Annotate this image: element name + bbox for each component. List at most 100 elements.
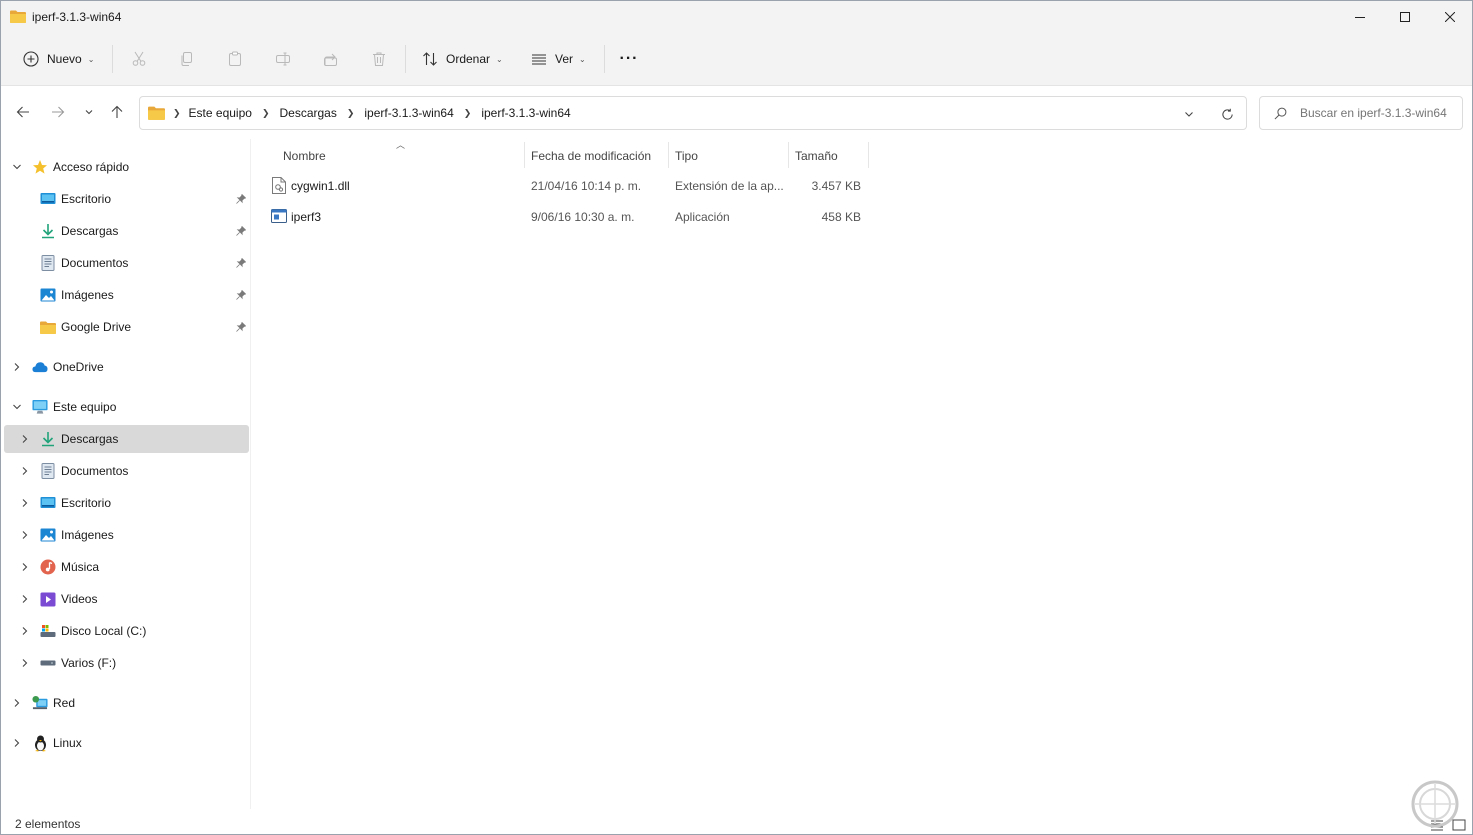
rename-button[interactable] bbox=[271, 47, 295, 71]
navigation-pane: Acceso rápido Escritorio Descargas Docum… bbox=[1, 139, 251, 809]
sidebar-item-escritorio[interactable]: Escritorio bbox=[4, 185, 249, 213]
sidebar-item-descargas[interactable]: Descargas bbox=[4, 217, 249, 245]
sidebar-item-label: Acceso rápido bbox=[53, 160, 130, 174]
column-resize-handle[interactable] bbox=[524, 142, 525, 168]
search-input[interactable] bbox=[1300, 97, 1460, 129]
chevron-right-icon[interactable] bbox=[19, 529, 31, 541]
paste-button[interactable] bbox=[223, 47, 247, 71]
forward-button[interactable] bbox=[46, 100, 70, 124]
breadcrumb-separator-icon[interactable]: ❯ bbox=[464, 108, 472, 119]
pin-icon[interactable] bbox=[235, 225, 247, 237]
sidebar-item-onedrive[interactable]: OneDrive bbox=[4, 353, 249, 381]
sidebar-item-pc-disco-c[interactable]: Disco Local (C:) bbox=[4, 617, 249, 645]
address-history-button[interactable] bbox=[1180, 105, 1198, 123]
refresh-button[interactable] bbox=[1218, 105, 1236, 123]
column-resize-handle[interactable] bbox=[668, 142, 669, 168]
share-button[interactable] bbox=[319, 47, 343, 71]
computer-icon bbox=[32, 399, 48, 415]
pin-icon[interactable] bbox=[235, 257, 247, 269]
view-button[interactable]: Ver ⌄ bbox=[523, 43, 595, 75]
sidebar-item-label: Este equipo bbox=[53, 400, 117, 414]
sidebar-item-pc-escritorio[interactable]: Escritorio bbox=[4, 489, 249, 517]
new-label: Nuevo bbox=[47, 52, 82, 66]
back-button[interactable] bbox=[11, 100, 35, 124]
sidebar-item-label: Imágenes bbox=[61, 288, 114, 302]
sidebar-item-pc-descargas[interactable]: Descargas bbox=[4, 425, 249, 453]
chevron-down-icon[interactable] bbox=[11, 161, 23, 173]
sidebar-item-pc-varios-f[interactable]: Varios (F:) bbox=[4, 649, 249, 677]
cut-icon bbox=[132, 51, 146, 66]
file-date: 9/06/16 10:30 a. m. bbox=[531, 210, 635, 224]
chevron-right-icon[interactable] bbox=[11, 737, 23, 749]
delete-button[interactable] bbox=[367, 47, 391, 71]
folder-icon bbox=[40, 319, 56, 335]
sidebar-item-this-pc[interactable]: Este equipo bbox=[4, 393, 249, 421]
download-icon bbox=[40, 431, 56, 447]
new-button[interactable]: Nuevo ⌄ bbox=[15, 43, 103, 75]
close-button[interactable] bbox=[1427, 1, 1472, 32]
sidebar-item-pc-imagenes[interactable]: Imágenes bbox=[4, 521, 249, 549]
chevron-right-icon[interactable] bbox=[19, 465, 31, 477]
chevron-right-icon[interactable] bbox=[19, 593, 31, 605]
sidebar-item-label: Disco Local (C:) bbox=[61, 624, 147, 638]
divider bbox=[604, 45, 605, 73]
column-header-size[interactable]: Tamaño bbox=[795, 142, 867, 170]
sort-button[interactable]: Ordenar ⌄ bbox=[414, 43, 512, 75]
chevron-down-icon[interactable] bbox=[11, 401, 23, 413]
chevron-down-icon: ⌄ bbox=[496, 54, 503, 64]
breadcrumb-separator-icon[interactable]: ❯ bbox=[347, 108, 355, 119]
column-header-label: Fecha de modificación bbox=[531, 149, 652, 163]
sidebar-item-documentos[interactable]: Documentos bbox=[4, 249, 249, 277]
maximize-button[interactable] bbox=[1382, 1, 1428, 32]
sidebar-item-imagenes[interactable]: Imágenes bbox=[4, 281, 249, 309]
breadcrumb-separator-icon[interactable]: ❯ bbox=[262, 108, 270, 119]
breadcrumb-iperf-parent[interactable]: iperf-3.1.3-win64 bbox=[364, 106, 453, 120]
sidebar-item-network[interactable]: Red bbox=[4, 689, 249, 717]
chevron-right-icon[interactable] bbox=[19, 497, 31, 509]
close-icon bbox=[1445, 11, 1455, 22]
sidebar-item-pc-videos[interactable]: Videos bbox=[4, 585, 249, 613]
chevron-right-icon[interactable] bbox=[19, 625, 31, 637]
column-resize-handle[interactable] bbox=[868, 142, 869, 168]
file-row[interactable]: cygwin1.dll 21/04/16 10:14 p. m. Extensi… bbox=[266, 172, 872, 200]
pin-icon[interactable] bbox=[235, 289, 247, 301]
arrow-up-icon bbox=[111, 105, 123, 118]
column-resize-handle[interactable] bbox=[788, 142, 789, 168]
chevron-right-icon[interactable] bbox=[11, 361, 23, 373]
breadcrumb-este-equipo[interactable]: Este equipo bbox=[189, 106, 252, 120]
address-bar[interactable]: ❯ Este equipo ❯ Descargas ❯ iperf-3.1.3-… bbox=[139, 96, 1247, 130]
breadcrumb-descargas[interactable]: Descargas bbox=[279, 106, 336, 120]
maximize-icon bbox=[1400, 11, 1410, 22]
sidebar-item-quick-access[interactable]: Acceso rápido bbox=[4, 153, 249, 181]
recent-locations-button[interactable] bbox=[77, 100, 101, 124]
documents-icon bbox=[40, 255, 56, 271]
breadcrumb-iperf-current[interactable]: iperf-3.1.3-win64 bbox=[481, 106, 570, 120]
up-button[interactable] bbox=[105, 100, 129, 124]
plus-circle-icon bbox=[23, 51, 39, 67]
search-box[interactable] bbox=[1259, 96, 1463, 130]
chevron-right-icon[interactable] bbox=[19, 657, 31, 669]
column-header-name[interactable]: Nombre bbox=[283, 142, 523, 170]
paste-icon bbox=[229, 51, 241, 66]
sidebar-item-pc-musica[interactable]: Música bbox=[4, 553, 249, 581]
file-row[interactable]: iperf3 9/06/16 10:30 a. m. Aplicación 45… bbox=[266, 203, 872, 231]
sidebar-item-linux[interactable]: Linux bbox=[4, 729, 249, 757]
pin-icon[interactable] bbox=[235, 321, 247, 333]
copy-button[interactable] bbox=[175, 47, 199, 71]
chevron-right-icon[interactable] bbox=[19, 561, 31, 573]
column-header-date[interactable]: Fecha de modificación bbox=[531, 142, 667, 170]
divider bbox=[405, 45, 406, 73]
column-header-type[interactable]: Tipo bbox=[675, 142, 787, 170]
more-options-button[interactable]: ··· bbox=[613, 43, 645, 75]
chevron-right-icon[interactable] bbox=[11, 697, 23, 709]
minimize-button[interactable] bbox=[1337, 1, 1383, 32]
pin-icon[interactable] bbox=[235, 193, 247, 205]
file-list: ︿ Nombre Fecha de modificación Tipo Tama… bbox=[252, 139, 1472, 809]
window-title: iperf-3.1.3-win64 bbox=[32, 9, 122, 24]
chevron-right-icon[interactable] bbox=[19, 433, 31, 445]
sidebar-item-label: Descargas bbox=[61, 224, 119, 238]
cut-button[interactable] bbox=[127, 47, 151, 71]
sidebar-item-google-drive[interactable]: Google Drive bbox=[4, 313, 249, 341]
sidebar-item-pc-documentos[interactable]: Documentos bbox=[4, 457, 249, 485]
title-bar[interactable]: iperf-3.1.3-win64 bbox=[1, 1, 1472, 32]
